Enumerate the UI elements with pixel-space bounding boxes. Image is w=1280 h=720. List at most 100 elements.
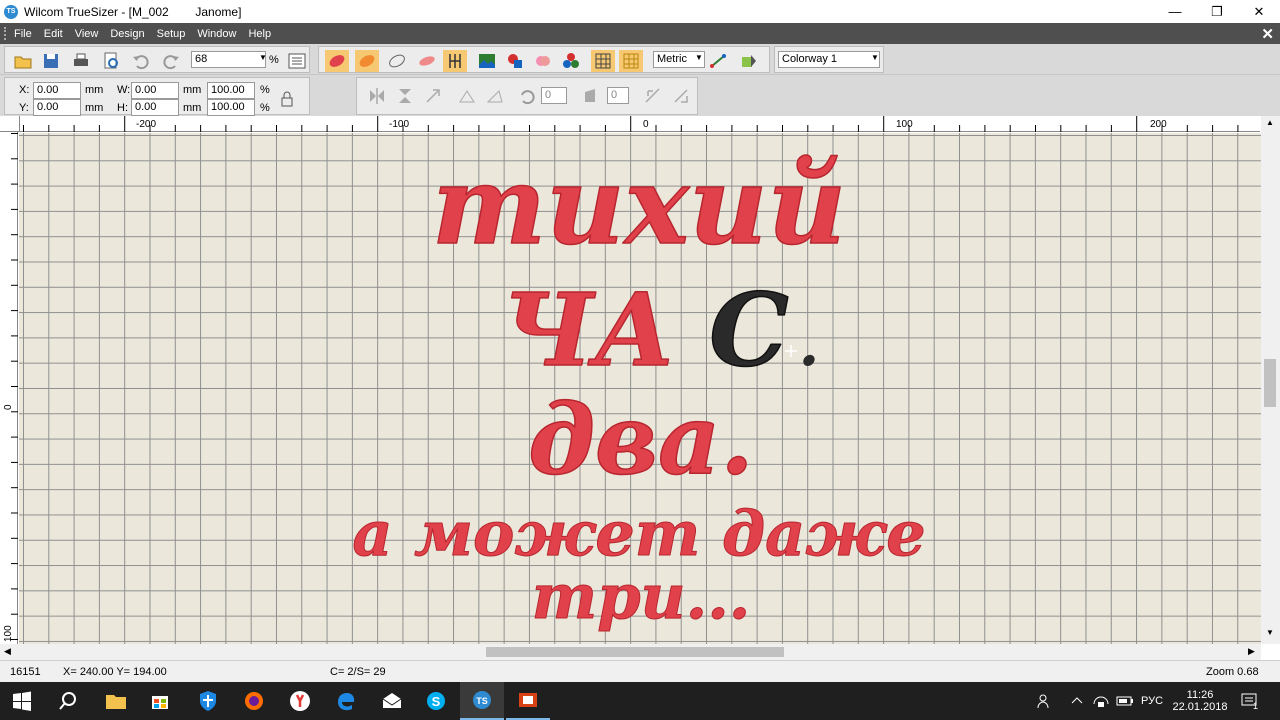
design-line-5[interactable]: три... [531,560,751,634]
mirror-vertical-icon[interactable] [393,85,417,107]
document-close-button[interactable]: ✕ [1261,25,1274,43]
fabric-icon[interactable] [415,50,439,72]
background-image-icon[interactable] [475,50,499,72]
open-folder-icon[interactable] [11,50,35,72]
colorway-dropdown-arrow[interactable]: ▼ [871,53,879,62]
save-icon[interactable] [39,50,63,72]
rotate-angle-input[interactable]: 0 [541,87,567,104]
zoom-dropdown-arrow[interactable]: ▼ [259,53,267,62]
w-unit: mm [183,84,202,96]
design-line-1[interactable]: тихий [431,142,847,270]
search-icon[interactable] [46,682,90,720]
w-label: W: [117,84,131,96]
presentation-app-icon[interactable] [506,682,550,720]
grid-icon[interactable] [591,50,615,72]
hoop-icon[interactable] [619,50,643,72]
skype-icon[interactable]: S [414,682,458,720]
main-toolbar: 68 ▼ % Metric ▼ Colorway 1 ▼ [0,44,1280,75]
clock[interactable]: 11:26 22.01.2018 [1172,682,1228,720]
width-percent-input[interactable]: 100.00 [207,82,255,99]
vertical-scroll-thumb[interactable] [1264,359,1276,407]
undo-icon[interactable] [129,50,153,72]
width-input[interactable]: 0.00 [131,82,179,99]
rotate-free-icon[interactable] [421,85,445,107]
minimize-button[interactable]: — [1154,0,1196,23]
status-bar: 16151 X= 240.00 Y= 194.00 C= 2/S= 29 Zoo… [0,660,1280,682]
print-icon[interactable] [69,50,93,72]
edge-icon[interactable] [324,682,368,720]
scale-icon[interactable] [641,85,665,107]
file-explorer-icon[interactable] [94,682,138,720]
horizontal-scroll-thumb[interactable] [486,647,784,657]
embroidery-grid[interactable]: тихий ЧА С . два. а может даже три... [19,133,1261,644]
menu-view[interactable]: View [69,28,105,40]
firefox-icon[interactable] [232,682,276,720]
ruler-h-label: 200 [1150,119,1167,130]
print-preview-icon[interactable] [99,50,123,72]
properties-icon[interactable] [285,50,309,72]
slant-angle-input[interactable]: 0 [607,87,629,104]
security-shield-icon[interactable] [186,682,230,720]
mirror-horizontal-icon[interactable] [365,85,389,107]
zoom-input[interactable]: 68 [191,51,266,68]
vertical-scrollbar[interactable]: ▲ ▼ [1261,116,1280,644]
travel-icon[interactable] [737,50,761,72]
x-input[interactable]: 0.00 [33,82,81,99]
rotate-angle-icon[interactable] [515,85,539,107]
design-line-2-selected[interactable]: С [708,270,789,390]
y-unit: mm [85,102,104,114]
design-canvas[interactable]: -200 -100 0 100 200 0 100 тихий ЧА С . д… [0,116,1280,660]
menu-file[interactable]: File [8,28,38,40]
maximize-button[interactable]: ❐ [1196,0,1238,23]
colorway-select[interactable]: Colorway 1 [778,51,880,68]
menu-design[interactable]: Design [104,28,150,40]
show-objects-icon[interactable] [355,50,379,72]
scroll-right-icon[interactable]: ▶ [1248,646,1255,657]
units-dropdown-arrow[interactable]: ▼ [695,53,703,62]
height-input[interactable]: 0.00 [131,99,179,116]
slant-icon[interactable] [579,85,603,107]
scroll-left-icon[interactable]: ◀ [4,646,11,657]
horizontal-scrollbar[interactable]: ◀ ▶ [0,644,1261,660]
menu-edit[interactable]: Edit [38,28,69,40]
rotate-right-icon[interactable] [483,85,507,107]
start-button[interactable] [0,682,44,720]
people-icon[interactable] [1036,682,1054,720]
menu-help[interactable]: Help [242,28,277,40]
redo-icon[interactable] [159,50,183,72]
reset-transform-icon[interactable] [669,85,693,107]
design-line-3[interactable]: два. [528,382,755,497]
tray-chevron-icon[interactable] [1070,682,1084,720]
scroll-down-icon[interactable]: ▼ [1266,628,1274,637]
needle-points-icon[interactable] [443,50,467,72]
thread-colors-icon[interactable] [559,50,583,72]
battery-icon[interactable] [1116,682,1134,720]
design-line-2-dot[interactable]: . [799,310,820,380]
windows-taskbar: S TS РУС 11:26 22.01.2018 1 [0,682,1280,720]
store-icon[interactable] [138,682,182,720]
design-line-2-red[interactable]: ЧА [502,270,676,390]
color-blend-icon[interactable] [531,50,555,72]
notification-center-icon[interactable]: 1 [1240,682,1258,720]
show-stitches-icon[interactable] [325,50,349,72]
rotate-left-icon[interactable] [455,85,479,107]
proportional-lock-icon[interactable] [275,88,299,110]
outline-icon[interactable] [385,50,409,72]
close-button[interactable]: ✕ [1238,0,1280,23]
language-indicator[interactable]: РУС [1141,682,1163,720]
mail-icon[interactable] [370,682,414,720]
notification-count: 1 [1253,701,1259,711]
scroll-up-icon[interactable]: ▲ [1266,118,1274,127]
shapes-icon[interactable] [503,50,527,72]
network-icon[interactable] [1092,682,1110,720]
menu-setup[interactable]: Setup [151,28,192,40]
transform-toolbar: X: 0.00 mm W: 0.00 mm 100.00 % Y: 0.00 m… [0,75,1280,116]
svg-text:TS: TS [476,696,488,706]
menu-window[interactable]: Window [191,28,242,40]
height-percent-input[interactable]: 100.00 [207,99,255,116]
measure-icon[interactable] [707,50,731,72]
ruler-v-label: 0 [3,404,14,410]
y-input[interactable]: 0.00 [33,99,81,116]
yandex-browser-icon[interactable] [278,682,322,720]
truesizer-taskbar-icon[interactable]: TS [460,682,504,720]
